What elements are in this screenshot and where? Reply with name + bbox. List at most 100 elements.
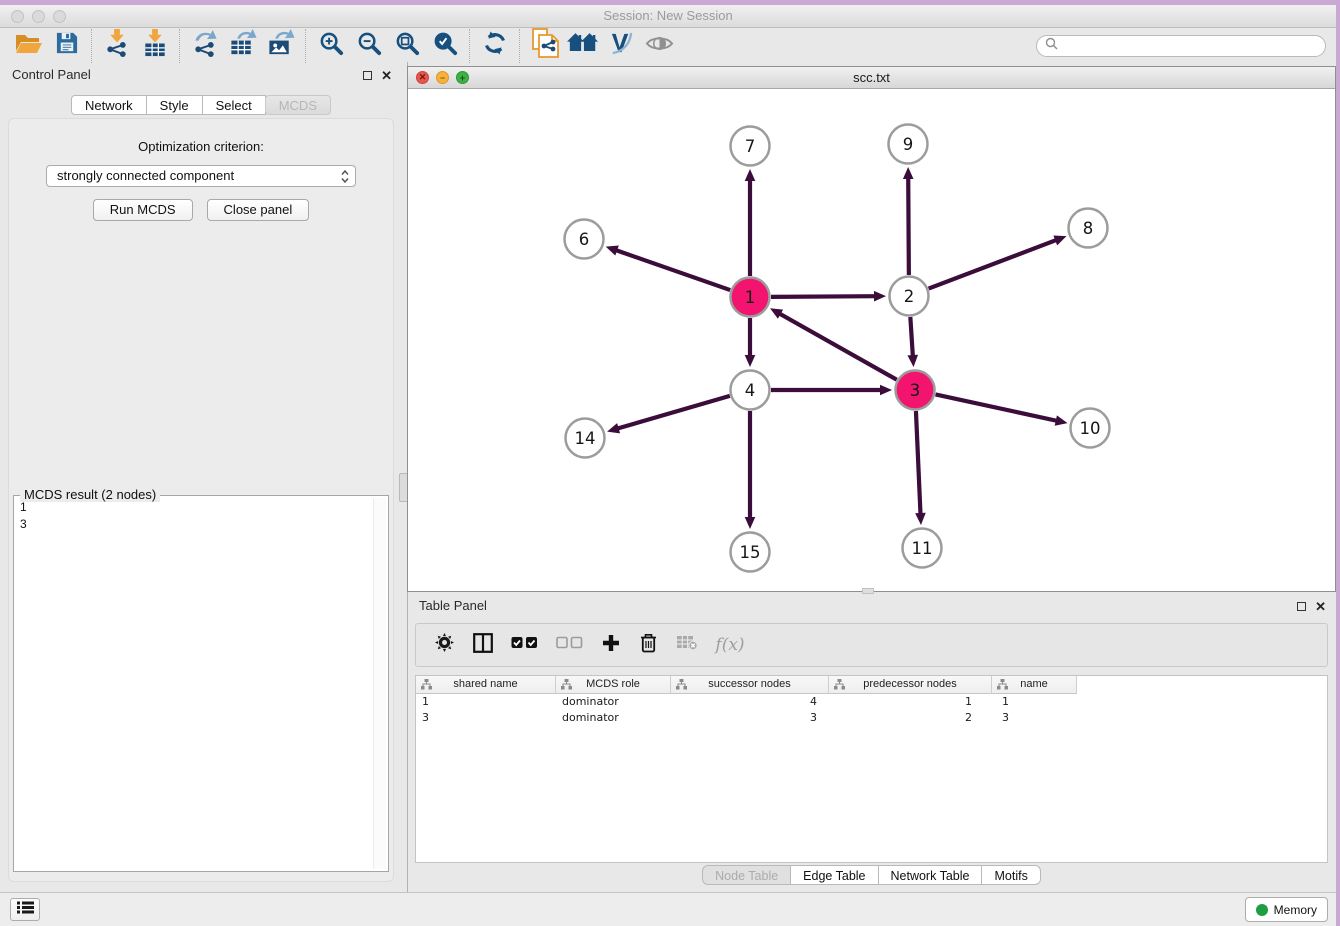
- edge-1-6[interactable]: [615, 250, 730, 290]
- task-history-button[interactable]: [10, 898, 40, 921]
- edge-3-11[interactable]: [916, 411, 921, 515]
- tab-node-table[interactable]: Node Table: [702, 865, 791, 885]
- node-label-6: 6: [579, 230, 590, 249]
- edge-arrowhead: [903, 167, 914, 179]
- control-panel: Control Panel ✕ NetworkStyleSelectMCDS O…: [0, 62, 402, 892]
- network-canvas[interactable]: 7968124314101511: [408, 89, 1335, 591]
- columns-icon: [473, 633, 493, 658]
- result-scrollbar[interactable]: [373, 498, 386, 869]
- tab-network-table[interactable]: Network Table: [878, 865, 983, 885]
- edge-4-14[interactable]: [617, 396, 730, 429]
- network-view-window: ✕ − + scc.txt 7968124314101511: [407, 66, 1336, 592]
- edge-2-3[interactable]: [910, 317, 913, 357]
- export-image-icon: [267, 29, 295, 63]
- close-button[interactable]: [11, 10, 24, 23]
- column-header-predecessor-nodes[interactable]: predecessor nodes: [829, 676, 992, 694]
- open-from-ndex-button[interactable]: [526, 30, 564, 62]
- criterion-select[interactable]: strongly connected component: [46, 165, 356, 187]
- table-row[interactable]: 1dominator411: [416, 694, 1327, 710]
- cyweb-button[interactable]: [602, 30, 640, 62]
- zoom-button[interactable]: [53, 10, 66, 23]
- edge-2-9[interactable]: [908, 177, 909, 275]
- toolbar-separator: [179, 29, 181, 63]
- minimize-button[interactable]: [32, 10, 45, 23]
- cell-0-predecessor-nodes[interactable]: 1: [829, 694, 992, 710]
- node-label-9: 9: [903, 135, 914, 154]
- edge-1-2[interactable]: [771, 296, 876, 297]
- zoom-selected-icon: [432, 30, 459, 62]
- column-hierarchy-icon: [997, 679, 1008, 694]
- app-window: Session: New Session Cont: [0, 5, 1336, 926]
- delete-table-button[interactable]: [672, 630, 701, 660]
- tab-select[interactable]: Select: [202, 95, 266, 115]
- row-filler: [1077, 694, 1327, 710]
- import-network-button[interactable]: [98, 30, 136, 62]
- float-panel-icon[interactable]: [363, 71, 372, 80]
- cell-1-mcds-role[interactable]: dominator: [556, 710, 671, 726]
- column-header-mcds-role[interactable]: MCDS role: [556, 676, 671, 694]
- mcds-result-text: 1 3: [20, 499, 372, 869]
- cell-0-shared-name[interactable]: 1: [416, 694, 556, 710]
- tab-network[interactable]: Network: [71, 95, 147, 115]
- close-panel-icon[interactable]: ✕: [381, 69, 392, 82]
- zoom-in-button[interactable]: [312, 30, 350, 62]
- search-input[interactable]: [1062, 38, 1317, 54]
- run-mcds-button[interactable]: Run MCDS: [93, 199, 193, 221]
- import-table-button[interactable]: [136, 30, 174, 62]
- cell-1-name[interactable]: 3: [992, 710, 1077, 726]
- search-field[interactable]: [1036, 35, 1326, 57]
- node-label-4: 4: [745, 381, 756, 400]
- node-label-3: 3: [910, 381, 921, 400]
- select-all-button[interactable]: [506, 630, 542, 660]
- cell-0-name[interactable]: 1: [992, 694, 1077, 710]
- cell-0-mcds-role[interactable]: dominator: [556, 694, 671, 710]
- edge-3-1[interactable]: [779, 313, 897, 379]
- cell-0-successor-nodes[interactable]: 4: [671, 694, 829, 710]
- export-network-icon: [191, 29, 219, 63]
- zoom-selected-button[interactable]: [426, 30, 464, 62]
- network-close-button[interactable]: ✕: [416, 71, 429, 84]
- split-columns-button[interactable]: [468, 630, 497, 660]
- tab-motifs[interactable]: Motifs: [981, 865, 1040, 885]
- export-image-button[interactable]: [262, 30, 300, 62]
- tab-mcds[interactable]: MCDS: [265, 95, 331, 115]
- float-table-panel-icon[interactable]: [1297, 602, 1306, 611]
- status-bar: Memory: [0, 892, 1336, 926]
- edge-3-10[interactable]: [936, 394, 1058, 421]
- select-stepper-icon: [340, 169, 350, 190]
- cell-1-predecessor-nodes[interactable]: 2: [829, 710, 992, 726]
- add-row-button[interactable]: [596, 630, 625, 660]
- network-maximize-button[interactable]: +: [456, 71, 469, 84]
- fit-content-button[interactable]: [388, 30, 426, 62]
- cell-1-successor-nodes[interactable]: 3: [671, 710, 829, 726]
- tab-edge-table[interactable]: Edge Table: [790, 865, 878, 885]
- column-header-shared-name[interactable]: shared name: [416, 676, 556, 694]
- cell-1-shared-name[interactable]: 3: [416, 710, 556, 726]
- edge-arrowhead: [745, 517, 756, 529]
- export-table-button[interactable]: [224, 30, 262, 62]
- export-network-button[interactable]: [186, 30, 224, 62]
- edge-arrowhead: [606, 246, 619, 256]
- open-folder-icon: [15, 32, 43, 60]
- column-header-name[interactable]: name: [992, 676, 1077, 694]
- optimization-criterion-label: Optimization criterion:: [9, 139, 393, 154]
- close-table-panel-icon[interactable]: ✕: [1315, 600, 1326, 613]
- column-header-successor-nodes[interactable]: successor nodes: [671, 676, 829, 694]
- tab-style[interactable]: Style: [146, 95, 203, 115]
- function-builder-button[interactable]: f(x): [710, 630, 750, 660]
- home-button[interactable]: [564, 30, 602, 62]
- close-panel-button[interactable]: Close panel: [207, 199, 310, 221]
- open-session-button[interactable]: [10, 30, 48, 62]
- apply-layout-button[interactable]: [476, 30, 514, 62]
- zoom-out-button[interactable]: [350, 30, 388, 62]
- toolbar-separator: [305, 29, 307, 63]
- save-session-button[interactable]: [48, 30, 86, 62]
- deselect-all-button[interactable]: [551, 630, 587, 660]
- table-row[interactable]: 3dominator323: [416, 710, 1327, 726]
- table-settings-button[interactable]: [430, 630, 459, 660]
- memory-button[interactable]: Memory: [1245, 897, 1328, 922]
- show-graphics-details-button[interactable]: [640, 30, 678, 62]
- network-minimize-button[interactable]: −: [436, 71, 449, 84]
- edge-2-8[interactable]: [929, 240, 1058, 289]
- delete-row-button[interactable]: [634, 630, 663, 660]
